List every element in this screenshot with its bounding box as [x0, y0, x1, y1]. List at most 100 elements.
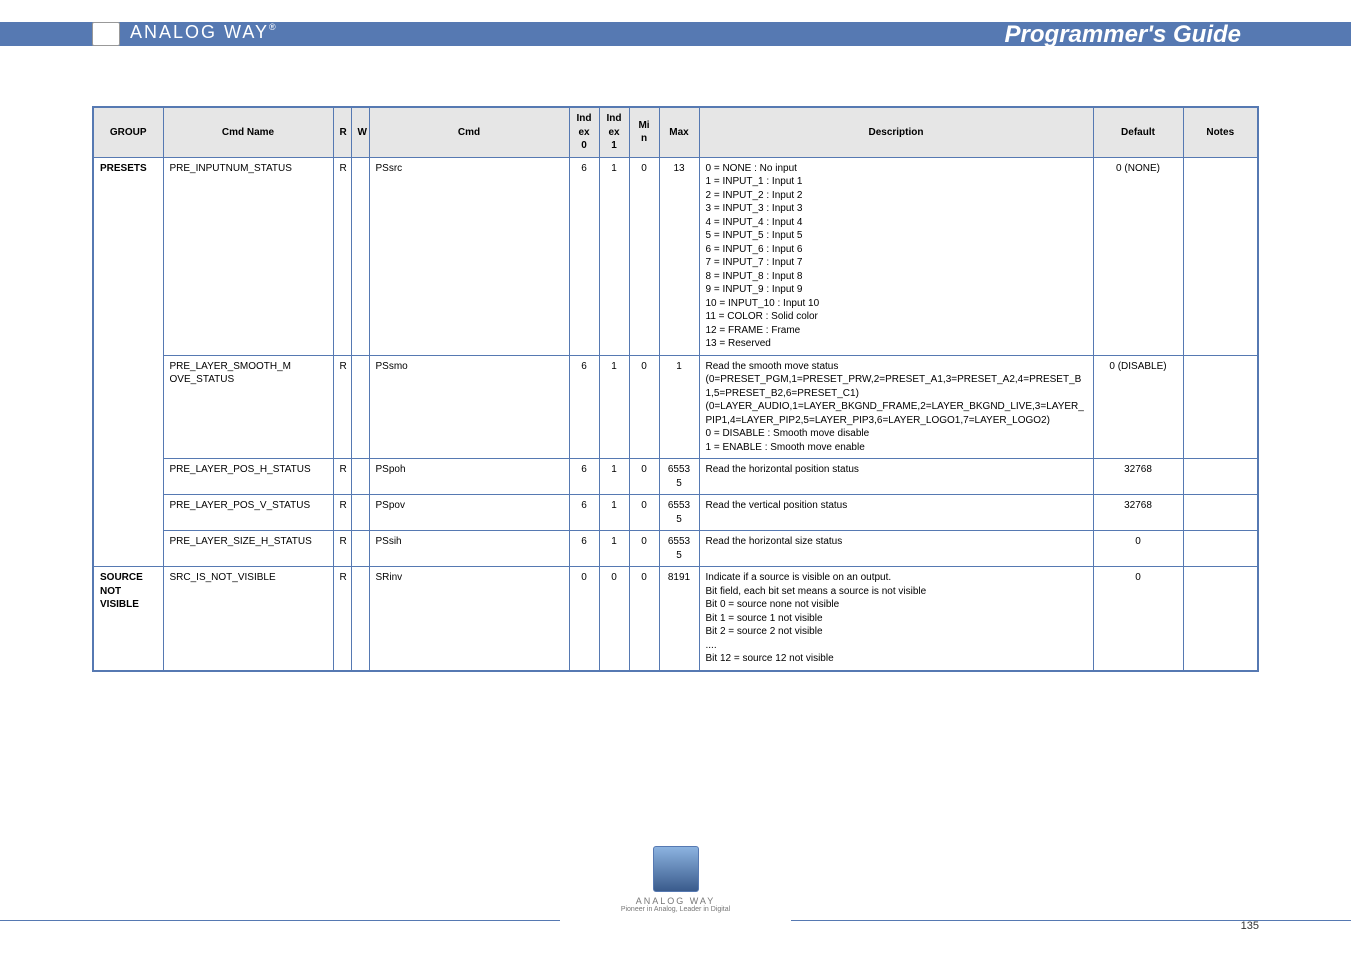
- col-cmdname: Cmd Name: [163, 107, 333, 157]
- table-row: PRESETSPRE_INPUTNUM_STATUSRPSsrc610130 =…: [93, 157, 1258, 355]
- table-row: PRE_LAYER_SMOOTH_M OVE_STATUSRPSsmo6101R…: [93, 355, 1258, 459]
- desc-line: 0 = NONE : No input: [706, 162, 1087, 176]
- cell-cmdname: PRE_LAYER_POS_V_STATUS: [163, 495, 333, 531]
- col-cmd: Cmd: [369, 107, 569, 157]
- cell-description: Read the horizontal position status: [699, 459, 1093, 495]
- cell-description: Indicate if a source is visible on an ou…: [699, 567, 1093, 671]
- footer-brand: ANALOG WAY: [586, 896, 766, 906]
- cell-description: Read the smooth move status(0=PRESET_PGM…: [699, 355, 1093, 459]
- cell-cmd: PSsrc: [369, 157, 569, 355]
- cell-max: 8191: [659, 567, 699, 671]
- footer-logo-icon: [653, 846, 699, 892]
- cell-idx0: 6: [569, 355, 599, 459]
- desc-line: 1 = ENABLE : Smooth move enable: [706, 441, 1087, 455]
- cell-default: 0: [1093, 567, 1183, 671]
- cell-max: 65535: [659, 495, 699, 531]
- cell-cmd: PSsih: [369, 531, 569, 567]
- desc-line: ....: [706, 639, 1087, 653]
- cell-w: [351, 495, 369, 531]
- cell-max: 1: [659, 355, 699, 459]
- desc-line: (0=LAYER_AUDIO,1=LAYER_BKGND_FRAME,2=LAY…: [706, 400, 1087, 427]
- col-max: Max: [659, 107, 699, 157]
- group-cell: PRESETS: [93, 157, 163, 567]
- desc-line: 11 = COLOR : Solid color: [706, 310, 1087, 324]
- cell-cmd: SRinv: [369, 567, 569, 671]
- desc-line: 1 = INPUT_1 : Input 1: [706, 175, 1087, 189]
- cell-min: 0: [629, 355, 659, 459]
- cell-idx0: 6: [569, 157, 599, 355]
- command-table: GROUP Cmd Name R W Cmd Index 0 Index 1 M…: [92, 106, 1259, 672]
- cell-notes: [1183, 567, 1258, 671]
- cell-cmd: PSpoh: [369, 459, 569, 495]
- cell-idx1: 1: [599, 157, 629, 355]
- brand-logo-icon: [92, 22, 120, 46]
- page-body: GROUP Cmd Name R W Cmd Index 0 Index 1 M…: [0, 46, 1351, 672]
- cell-r: R: [333, 157, 351, 355]
- desc-line: 7 = INPUT_7 : Input 7: [706, 256, 1087, 270]
- desc-line: 3 = INPUT_3 : Input 3: [706, 202, 1087, 216]
- table-row: PRE_LAYER_POS_H_STATUSR PSpoh61065535 Read…: [93, 459, 1258, 495]
- header-bar: ANALOG WAY® Programmer's Guide: [0, 0, 1351, 46]
- cell-idx0: 0: [569, 567, 599, 671]
- group-cell: SOURCE NOT VISIBLE: [93, 567, 163, 671]
- col-def: Default: [1093, 107, 1183, 157]
- cell-w: [351, 531, 369, 567]
- cell-w: [351, 459, 369, 495]
- cell-default: 32768: [1093, 459, 1183, 495]
- desc-line: Indicate if a source is visible on an ou…: [706, 571, 1087, 585]
- cell-idx1: 1: [599, 495, 629, 531]
- cell-default: 0: [1093, 531, 1183, 567]
- cell-w: [351, 157, 369, 355]
- desc-line: 13 = Reserved: [706, 337, 1087, 351]
- cell-cmdname: PRE_LAYER_POS_H_STATUS: [163, 459, 333, 495]
- cell-notes: [1183, 459, 1258, 495]
- footer-rule-right: [791, 920, 1351, 921]
- cell-notes: [1183, 531, 1258, 567]
- footer-tagline: Pioneer in Analog, Leader in Digital: [586, 906, 766, 913]
- cell-min: 0: [629, 531, 659, 567]
- cell-default: 0 (NONE): [1093, 157, 1183, 355]
- cell-idx1: 1: [599, 459, 629, 495]
- cell-idx0: 6: [569, 495, 599, 531]
- desc-line: Read the horizontal position status: [706, 463, 1087, 477]
- brand-name: ANALOG WAY®: [130, 22, 278, 43]
- table-row: SOURCE NOT VISIBLESRC_IS_NOT_VISIBLERSRi…: [93, 567, 1258, 671]
- desc-line: Read the smooth move status: [706, 360, 1087, 374]
- table-row: PRE_LAYER_POS_V_STATUSRPSpov61065535Read…: [93, 495, 1258, 531]
- col-idx1: Index 1: [599, 107, 629, 157]
- cell-r: R: [333, 459, 351, 495]
- desc-line: 5 = INPUT_5 : Input 5: [706, 229, 1087, 243]
- cell-w: [351, 567, 369, 671]
- cell-idx1: 1: [599, 355, 629, 459]
- desc-line: Bit 0 = source none not visible: [706, 598, 1087, 612]
- table-header-row: GROUP Cmd Name R W Cmd Index 0 Index 1 M…: [93, 107, 1258, 157]
- page-number: 135: [1241, 920, 1259, 932]
- cell-default: 0 (DISABLE): [1093, 355, 1183, 459]
- desc-line: 9 = INPUT_9 : Input 9: [706, 283, 1087, 297]
- desc-line: (0=PRESET_PGM,1=PRESET_PRW,2=PRESET_A1,3…: [706, 373, 1087, 400]
- desc-line: 10 = INPUT_10 : Input 10: [706, 297, 1087, 311]
- cell-idx1: 0: [599, 567, 629, 671]
- cell-min: 0: [629, 157, 659, 355]
- desc-line: Bit 12 = source 12 not visible: [706, 652, 1087, 666]
- cell-max: 65535: [659, 459, 699, 495]
- cell-notes: [1183, 157, 1258, 355]
- desc-line: Bit 2 = source 2 not visible: [706, 625, 1087, 639]
- desc-line: Bit 1 = source 1 not visible: [706, 612, 1087, 626]
- cell-min: 0: [629, 459, 659, 495]
- cell-r: R: [333, 495, 351, 531]
- desc-line: Read the horizontal size status: [706, 535, 1087, 549]
- cell-r: R: [333, 355, 351, 459]
- col-w: W: [351, 107, 369, 157]
- page-title: Programmer's Guide: [1005, 21, 1241, 49]
- cell-cmdname: PRE_LAYER_SIZE_H_STATUS: [163, 531, 333, 567]
- footer-rule-left: [0, 920, 560, 921]
- footer: ANALOG WAY Pioneer in Analog, Leader in …: [0, 846, 1351, 936]
- cell-r: R: [333, 567, 351, 671]
- cell-idx0: 6: [569, 531, 599, 567]
- desc-line: 6 = INPUT_6 : Input 6: [706, 243, 1087, 257]
- col-idx0: Index 0: [569, 107, 599, 157]
- cell-idx0: 6: [569, 459, 599, 495]
- cell-max: 13: [659, 157, 699, 355]
- cell-min: 0: [629, 567, 659, 671]
